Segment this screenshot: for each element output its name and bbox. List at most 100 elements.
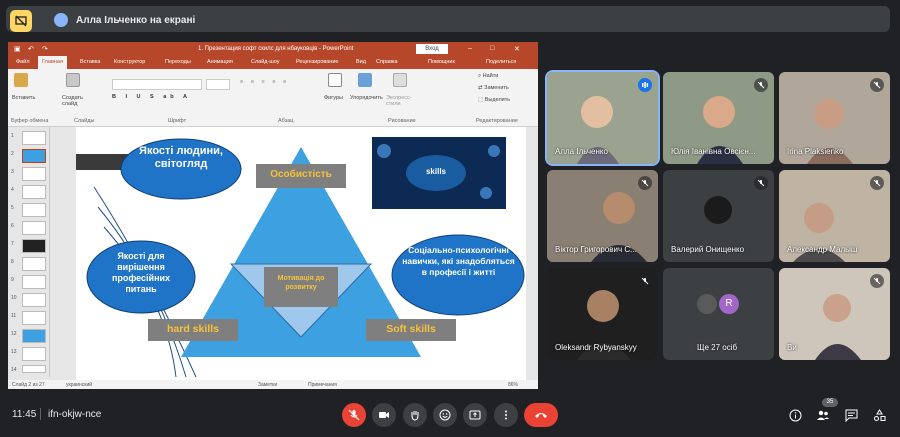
font-format-row[interactable]: B I U S ab A xyxy=(112,94,230,103)
slide-thumbnail[interactable] xyxy=(22,293,46,307)
tab-review[interactable]: Рецензирование xyxy=(296,59,338,65)
slide-thumbnail[interactable] xyxy=(22,131,46,145)
label-motivation: Мотивація до розвитку xyxy=(277,275,325,291)
people-button[interactable] xyxy=(815,407,831,423)
tab-share[interactable]: Поделиться xyxy=(486,59,516,65)
participant-tile[interactable]: Irina Plaksienko xyxy=(779,72,890,164)
slide-thumbnails[interactable]: 1 2 3 4 5 6 7 8 9 10 11 12 13 14 xyxy=(8,127,50,377)
tab-transitions[interactable]: Переходы xyxy=(165,59,191,65)
slide-thumbnail[interactable] xyxy=(22,329,46,343)
slide-thumbnail[interactable] xyxy=(22,221,46,235)
express-styles-button[interactable]: Экспресс-стили xyxy=(386,95,420,107)
tab-file[interactable]: Файл xyxy=(16,59,30,65)
participant-tile[interactable]: Валерий Онищенко xyxy=(663,170,774,262)
mic-off-icon xyxy=(638,274,652,288)
thumb-number: 13 xyxy=(11,349,17,355)
tab-slideshow[interactable]: Слайд-шоу xyxy=(251,59,280,65)
participant-name: Алла Ільченко xyxy=(555,147,608,156)
raise-hand-button[interactable] xyxy=(403,403,427,427)
slide-thumbnail[interactable] xyxy=(22,275,46,289)
font-size-select[interactable] xyxy=(206,79,230,90)
notes-button[interactable]: Заметки xyxy=(258,382,277,388)
paste-icon[interactable] xyxy=(14,73,28,87)
replace-button[interactable]: ⇄ Заменить xyxy=(478,85,509,91)
slide-canvas[interactable]: Якості людини, світогляд Якості для вирі… xyxy=(76,127,526,380)
paste-button[interactable]: Вставить xyxy=(12,95,35,101)
maximize-icon[interactable]: □ xyxy=(490,45,494,52)
thumb-number: 8 xyxy=(11,259,14,265)
paragraph-controls[interactable]: ≡ ≡ ≡ ≡ ≡ xyxy=(240,79,320,101)
present-button[interactable] xyxy=(463,403,487,427)
mic-toggle-button[interactable] xyxy=(342,403,366,427)
more-participants-tile[interactable]: R Ще 27 осіб xyxy=(663,268,774,360)
reactions-button[interactable] xyxy=(433,403,457,427)
thumb-number: 1 xyxy=(11,133,14,139)
arrange-icon[interactable] xyxy=(358,73,372,87)
slide-thumbnail[interactable] xyxy=(22,185,46,199)
tab-help[interactable]: Справка xyxy=(376,59,398,65)
participant-count-badge: 35 xyxy=(822,398,838,407)
shapes-button[interactable]: Фигуры xyxy=(324,95,343,101)
presenter-bar: Алла Ільченко на екрані xyxy=(6,6,890,32)
tab-animations[interactable]: Анимация xyxy=(207,59,233,65)
participant-avatar xyxy=(704,196,732,224)
image-bulb-icon xyxy=(480,187,492,199)
undo-icon[interactable]: ↶ xyxy=(28,45,34,53)
participant-name: Irina Plaksienko xyxy=(787,147,844,156)
tab-view[interactable]: Вид xyxy=(356,59,366,65)
hangup-icon xyxy=(535,413,547,418)
self-tile[interactable]: Ви xyxy=(779,268,890,360)
participant-tile[interactable]: Віктор Григорович С... xyxy=(547,170,658,262)
activities-button[interactable] xyxy=(871,407,887,423)
ppt-titlebar: ▣ ↶ ↷ 1. Презентация софт скилс для нбау… xyxy=(8,42,538,56)
oval-top-text: Якості людини, світогляд xyxy=(139,145,223,170)
redo-icon[interactable]: ↷ xyxy=(42,45,48,53)
slide-thumbnail[interactable] xyxy=(22,365,46,373)
slide-thumbnail[interactable] xyxy=(22,239,46,253)
close-icon[interactable]: ✕ xyxy=(514,45,520,53)
find-label: Найти xyxy=(482,73,499,79)
tab-assistant[interactable]: Помощник xyxy=(428,59,455,65)
camera-icon xyxy=(379,412,389,418)
new-slide-icon[interactable] xyxy=(66,73,80,87)
find-button[interactable]: ⌕ Найти xyxy=(478,73,498,80)
clock: 11:45 xyxy=(12,409,37,420)
font-family-select[interactable] xyxy=(112,79,202,90)
minimize-icon[interactable]: – xyxy=(468,45,472,52)
camera-toggle-button[interactable] xyxy=(372,403,396,427)
participant-tile[interactable]: Юлія Іванівна Овсієн... xyxy=(663,72,774,164)
slide-thumbnail[interactable] xyxy=(22,311,46,325)
image-person-icon xyxy=(488,145,500,157)
tab-home[interactable]: Главная xyxy=(38,56,67,69)
leave-call-button[interactable] xyxy=(524,403,558,427)
meeting-info-button[interactable] xyxy=(787,407,803,423)
slide-thumbnail[interactable] xyxy=(22,257,46,271)
tab-design[interactable]: Конструктор xyxy=(114,59,145,65)
slide-thumbnail[interactable] xyxy=(22,347,46,361)
tab-insert[interactable]: Вставка xyxy=(80,59,100,65)
participant-tile[interactable]: Oleksandr Rybyanskyy xyxy=(547,268,658,360)
slide-thumbnail-selected[interactable] xyxy=(22,149,46,163)
arrange-button[interactable]: Упорядочить xyxy=(350,95,383,101)
select-button[interactable]: ⬚ Выделить xyxy=(478,97,510,103)
slide-thumbnail[interactable] xyxy=(22,167,46,181)
comments-button[interactable]: Примечания xyxy=(308,382,337,388)
save-icon[interactable]: ▣ xyxy=(14,45,21,53)
select-label: Выделить xyxy=(484,97,511,103)
zoom-level[interactable]: 86% xyxy=(508,382,518,388)
slide-thumbnail[interactable] xyxy=(22,203,46,217)
participant-tile[interactable]: Александр Малыш xyxy=(779,170,890,262)
participant-tile[interactable]: Алла Ільченко xyxy=(545,70,660,166)
participant-name: Oleksandr Rybyanskyy xyxy=(555,343,637,352)
present-stop-button[interactable] xyxy=(10,10,32,32)
more-options-button[interactable] xyxy=(494,403,518,427)
styles-icon[interactable] xyxy=(393,73,407,87)
chat-button[interactable] xyxy=(843,407,859,423)
mic-off-icon xyxy=(870,176,884,190)
thumb-number: 2 xyxy=(11,151,14,157)
mic-off-icon xyxy=(348,409,360,421)
image-skills-word: skills xyxy=(425,167,446,176)
login-button[interactable]: Вход xyxy=(416,44,448,54)
new-slide-button[interactable]: Создать слайд xyxy=(62,95,90,107)
shapes-icon[interactable] xyxy=(328,73,342,87)
